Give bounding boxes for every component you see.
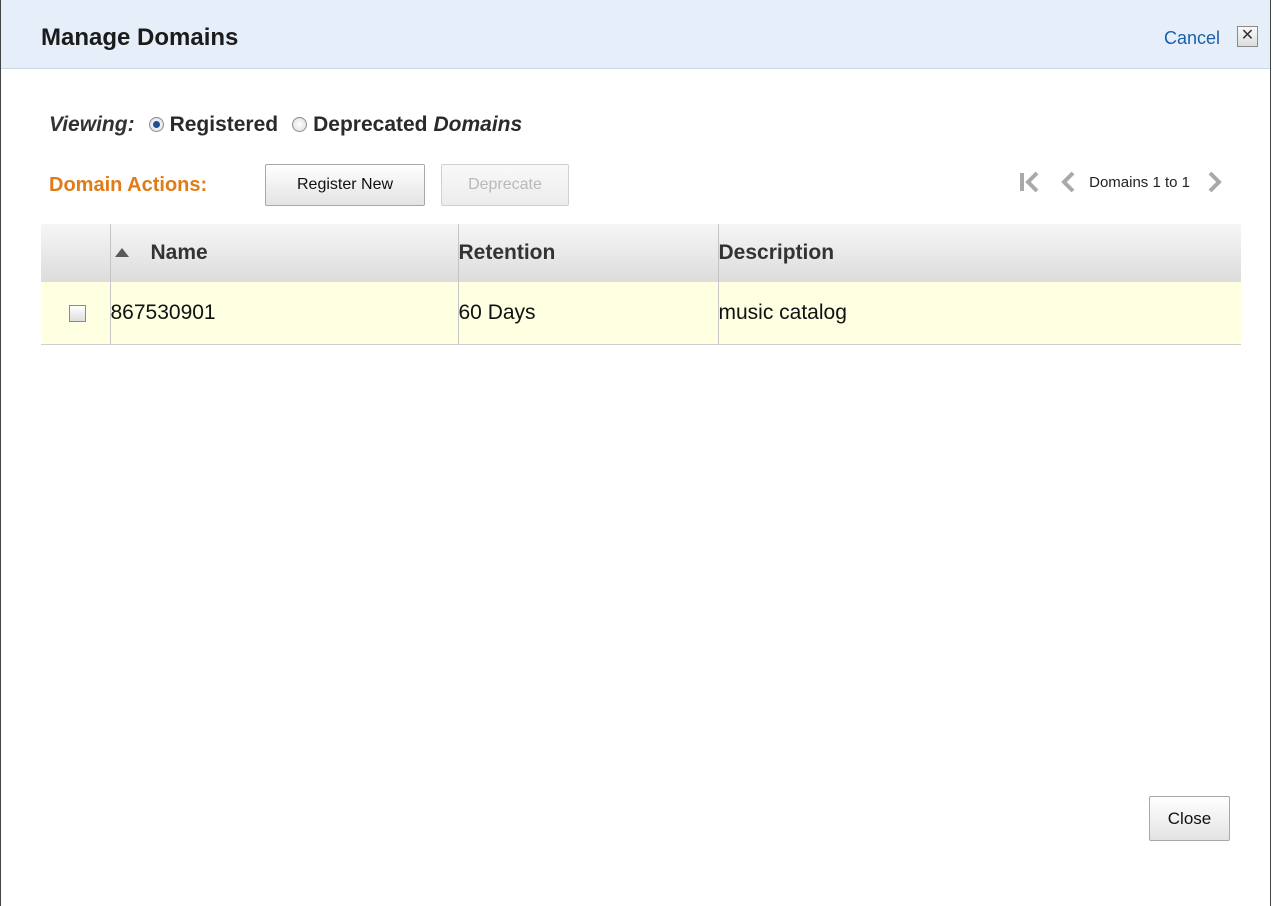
domains-table: Name Retention Description 867530901 60 … <box>41 224 1241 345</box>
close-button[interactable]: Close <box>1149 796 1230 841</box>
description-column-header[interactable]: Description <box>718 224 1241 282</box>
first-page-icon[interactable] <box>1017 168 1045 196</box>
cancel-link[interactable]: Cancel <box>1164 28 1220 49</box>
registered-radio-label[interactable]: Registered <box>170 113 279 137</box>
select-column-header <box>41 224 111 282</box>
table-row[interactable]: 867530901 60 Days music catalog <box>41 282 1241 345</box>
domain-actions-label: Domain Actions: <box>49 174 208 196</box>
name-header-label: Name <box>150 241 208 264</box>
previous-page-icon[interactable] <box>1055 168 1083 196</box>
pagination: Domains 1 to 1 <box>1017 168 1228 196</box>
retention-column-header[interactable]: Retention <box>458 224 719 282</box>
domains-suffix: Domains <box>433 113 523 136</box>
deprecated-radio[interactable] <box>292 116 308 132</box>
row-retention: 60 Days <box>458 282 719 345</box>
manage-domains-dialog: Manage Domains Cancel ✕ Viewing: Registe… <box>0 0 1271 906</box>
pagination-range: Domains 1 to 1 <box>1089 173 1190 191</box>
deprecate-button[interactable]: Deprecate <box>441 164 569 206</box>
dialog-title-bar: Manage Domains Cancel ✕ <box>1 0 1270 69</box>
row-checkbox[interactable] <box>69 304 86 322</box>
row-description: music catalog <box>718 282 1241 345</box>
row-name: 867530901 <box>110 282 459 345</box>
next-page-icon[interactable] <box>1200 168 1228 196</box>
name-column-header[interactable]: Name <box>110 224 459 282</box>
register-new-button[interactable]: Register New <box>265 164 425 206</box>
viewing-label: Viewing: <box>49 113 135 136</box>
row-select-cell <box>41 282 111 345</box>
sort-ascending-icon[interactable] <box>114 248 129 257</box>
viewing-filter: Viewing: Registered Deprecated Domains <box>49 113 522 137</box>
dialog-title: Manage Domains <box>41 24 239 51</box>
table-header-row: Name Retention Description <box>41 224 1241 282</box>
deprecated-radio-label[interactable]: Deprecated <box>313 113 427 137</box>
registered-radio[interactable] <box>148 116 164 132</box>
close-x-icon[interactable]: ✕ <box>1237 26 1258 47</box>
